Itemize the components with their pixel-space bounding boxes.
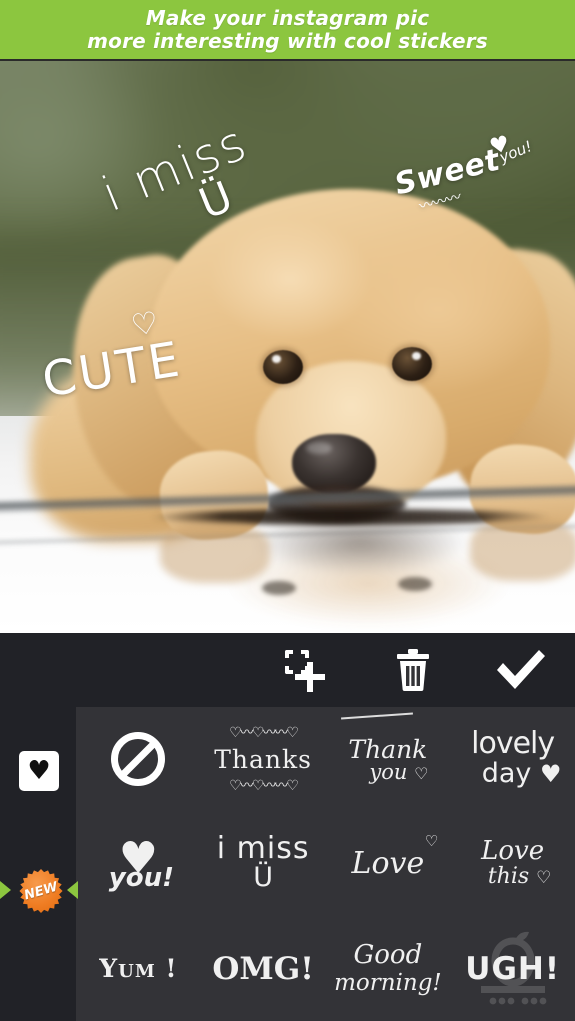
sticker-category-hearts[interactable]: ♥ xyxy=(19,751,59,791)
no-entry-icon xyxy=(111,732,166,787)
edit-toolbar xyxy=(0,633,575,707)
heart-icon: ♥ xyxy=(540,760,562,789)
sticker-item-ugh[interactable]: UGH! xyxy=(450,916,575,1021)
new-badge-label: NEW xyxy=(22,879,60,903)
sticker-love-this-line-1: Love xyxy=(481,836,545,867)
heart-icon: ♡ xyxy=(424,832,439,851)
chevron-right-icon xyxy=(0,881,11,899)
photo-canvas[interactable]: i miss Ü Sweet ♥ you! 〰〰〰 ♡ CUTE xyxy=(0,61,575,633)
sticker-ugh-label: UGH! xyxy=(465,950,560,987)
sticker-item-i-love-you[interactable]: ♥ you! xyxy=(76,812,201,917)
new-badge-container[interactable]: NEW xyxy=(0,867,78,913)
promo-banner-line-1: Make your instagram pic xyxy=(145,5,430,30)
sticker-item-love-this[interactable]: Love this ♡ xyxy=(450,812,575,917)
sticker-item-none[interactable] xyxy=(76,707,201,812)
puppy-eye-highlight-left xyxy=(272,355,281,363)
puppy-eye-left xyxy=(263,350,303,384)
sticker-item-good-morning[interactable]: Good morning! xyxy=(326,916,451,1021)
sticker-panel: ♥ ♡〰♡〰〰♡ Thanks ♡〰♡〰〰♡ Thank you ♡ lovel… xyxy=(0,707,575,1021)
heart-icon: ♡ xyxy=(536,868,552,889)
sticker-omg-label: OMG! xyxy=(212,950,314,987)
sticker-item-thanks[interactable]: ♡〰♡〰〰♡ Thanks ♡〰♡〰〰♡ xyxy=(201,707,326,812)
heart-icon: ♥ xyxy=(27,756,51,786)
sticker-thank-you-line-2: you xyxy=(369,759,408,784)
sticker-yum-rest: UM xyxy=(118,961,156,983)
sticker-yum-initial: Y xyxy=(99,954,119,984)
sticker-good-morning-line-2: morning! xyxy=(334,969,442,996)
sticker-item-i-miss-u[interactable]: i miss Ü xyxy=(201,812,326,917)
sticker-thanks-ornament-top: ♡〰♡〰〰♡ xyxy=(229,724,299,741)
sticker-i-miss-u-line-2: Ü xyxy=(253,862,273,894)
sticker-item-thank-you[interactable]: Thank you ♡ xyxy=(326,707,451,812)
sticker-grid[interactable]: ♡〰♡〰〰♡ Thanks ♡〰♡〰〰♡ Thank you ♡ lovely … xyxy=(76,707,575,1021)
confirm-button[interactable] xyxy=(467,633,575,707)
sticker-yum-suffix: ! xyxy=(165,954,178,984)
sticker-i-love-you-label: you! xyxy=(108,862,174,893)
heart-icon: ♡ xyxy=(414,763,429,783)
sticker-good-morning-line-1: Good xyxy=(353,939,423,970)
sticker-thanks-label: Thanks xyxy=(214,744,312,774)
sticker-item-lovely-day[interactable]: lovely day ♥ xyxy=(450,707,575,812)
sticker-lovely-day-line-1: lovely xyxy=(471,725,555,761)
sticker-love-this-line-2: this xyxy=(487,864,530,890)
puppy-eye-highlight-right xyxy=(412,352,421,360)
puppy-eye-right xyxy=(392,347,432,381)
check-icon xyxy=(497,650,545,689)
category-rail[interactable]: ♥ xyxy=(0,707,76,1021)
sticker-love-label: Love xyxy=(351,846,425,882)
promo-banner-line-2: more interesting with cool stickers xyxy=(87,29,488,53)
trash-icon xyxy=(397,649,429,691)
puppy-nose-highlight xyxy=(306,442,332,454)
new-badge[interactable]: NEW xyxy=(19,869,63,913)
puppy-reflection-eye-right xyxy=(398,577,432,591)
delete-sticker-button[interactable] xyxy=(359,633,467,707)
puppy-reflection-paw-left xyxy=(160,523,270,583)
chevron-left-icon xyxy=(67,881,78,899)
promo-banner: Make your instagram pic more interesting… xyxy=(0,0,575,61)
add-sticker-button[interactable] xyxy=(251,633,359,707)
sticker-thanks-ornament-bottom: ♡〰♡〰〰♡ xyxy=(229,777,299,794)
sticker-item-yum[interactable]: YUM ! xyxy=(76,916,201,1021)
puppy-reflection-paw-right xyxy=(470,519,575,581)
add-sticker-icon xyxy=(285,650,325,692)
sticker-item-omg[interactable]: OMG! xyxy=(201,916,326,1021)
sticker-item-love[interactable]: Love ♡ xyxy=(326,812,451,917)
puppy-reflection-eye-left xyxy=(262,581,296,595)
sticker-lovely-day-line-2: day xyxy=(481,758,532,790)
sticker-thank-you-flourish xyxy=(341,712,414,720)
sticker-i-miss-u-line-1: i miss xyxy=(216,831,310,867)
